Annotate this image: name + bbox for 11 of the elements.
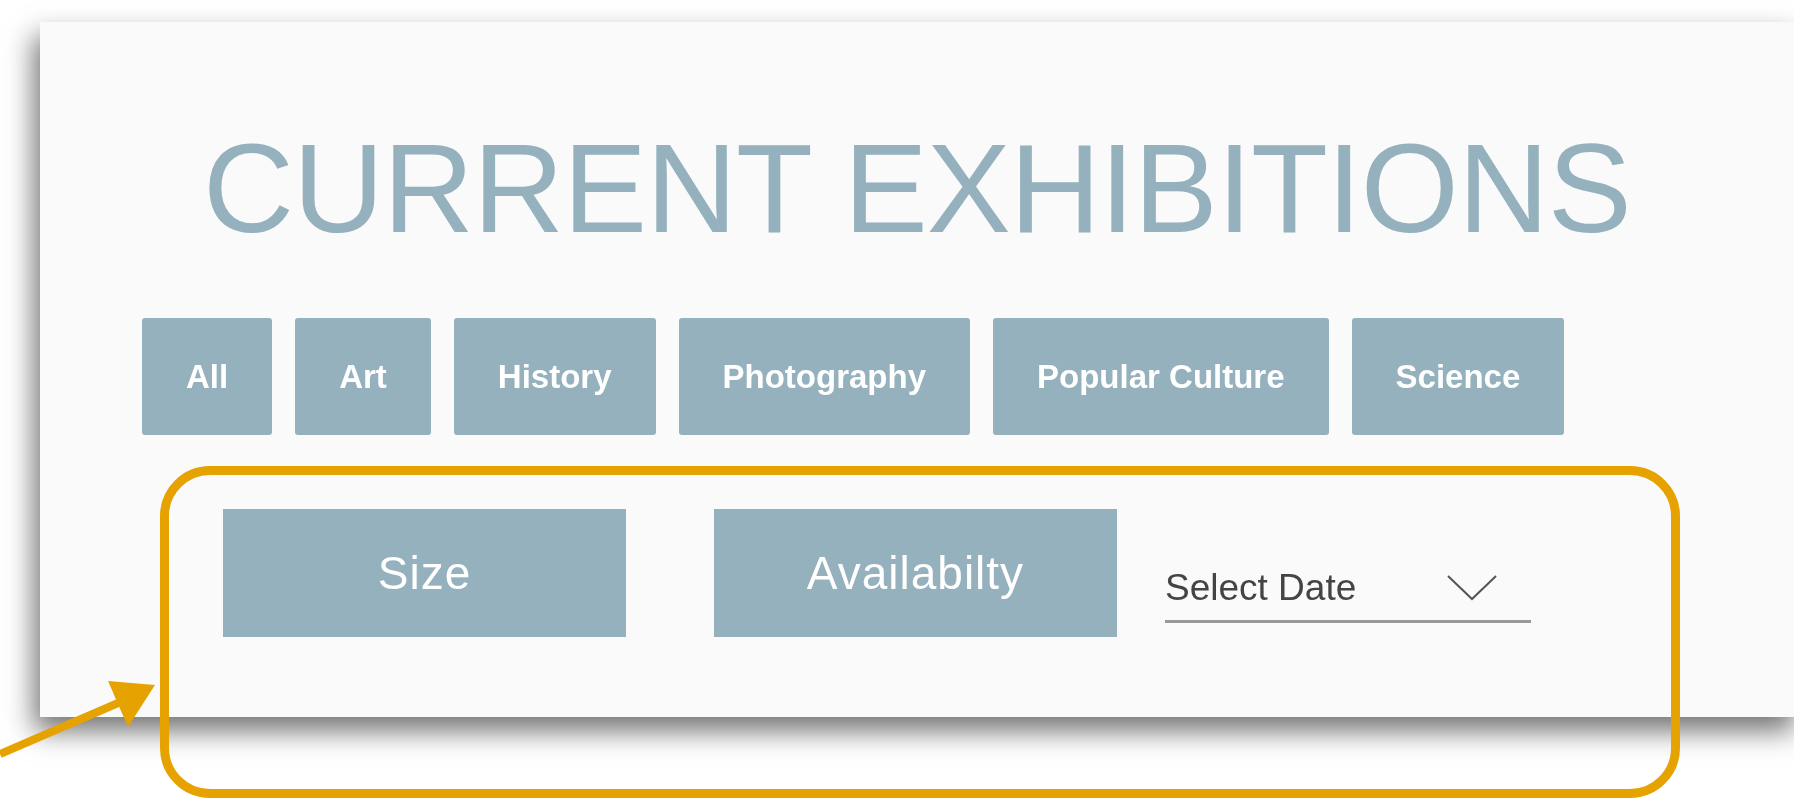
category-button[interactable]: Science xyxy=(1351,318,1565,435)
category-button[interactable]: Popular Culture xyxy=(993,318,1329,435)
chevron-down-icon xyxy=(1447,574,1497,601)
category-button[interactable]: All xyxy=(142,318,273,435)
filter-button[interactable]: Availabilty xyxy=(714,509,1117,637)
page-title: CURRENT EXHIBITIONS xyxy=(202,126,1632,252)
category-button[interactable]: Art xyxy=(295,318,431,435)
category-button[interactable]: History xyxy=(453,318,656,435)
filter-button[interactable]: Size xyxy=(223,509,626,637)
date-dropdown[interactable]: Select Date xyxy=(1165,565,1531,623)
category-button[interactable]: Photography xyxy=(678,318,971,435)
